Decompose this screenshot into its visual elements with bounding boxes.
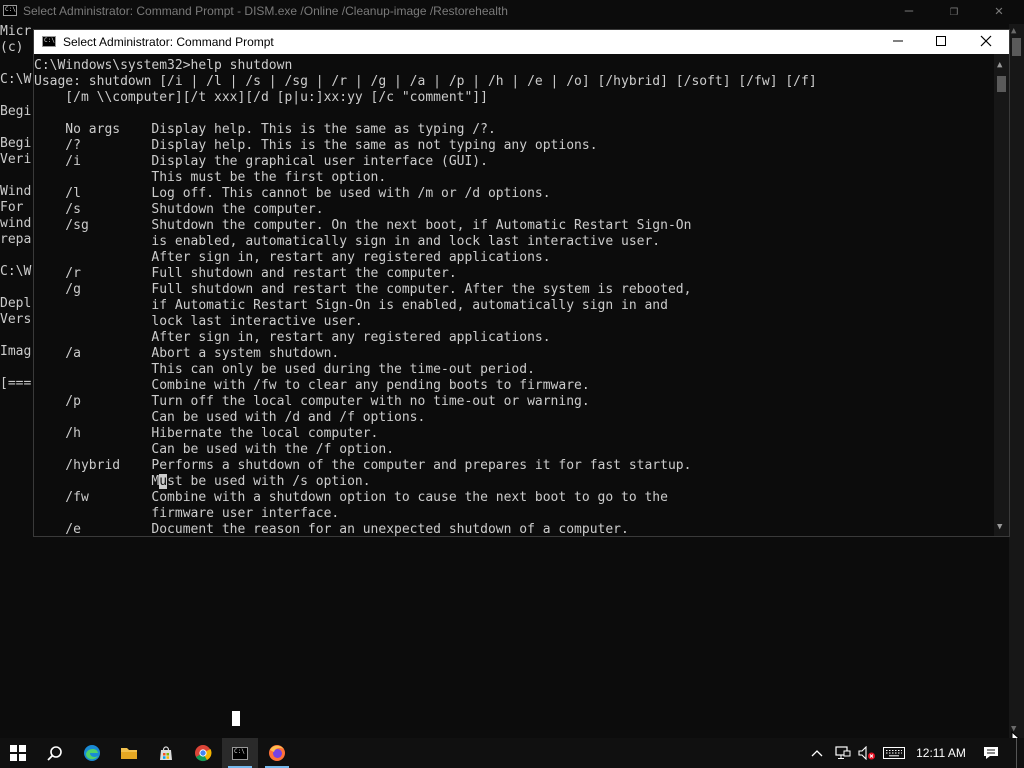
scrollbar-thumb[interactable] bbox=[1012, 38, 1021, 56]
keyboard-icon bbox=[883, 747, 905, 759]
console-line: No args Display help. This is the same a… bbox=[34, 122, 496, 137]
scrollbar-thumb[interactable] bbox=[997, 76, 1006, 92]
minimize-button[interactable]: — bbox=[886, 0, 932, 24]
cmd-icon bbox=[3, 5, 17, 16]
back-window-title: Select Administrator: Command Prompt - D… bbox=[23, 4, 508, 18]
scroll-up-icon[interactable]: ▲ bbox=[1011, 26, 1016, 36]
console-line: /h Hibernate the local computer. bbox=[34, 426, 379, 441]
front-scrollbar[interactable]: ▲ ▼ bbox=[994, 54, 1009, 536]
text-cursor bbox=[232, 711, 240, 726]
firefox-button[interactable] bbox=[259, 738, 295, 768]
console-line: /fw Combine with a shutdown option to ca… bbox=[34, 490, 668, 505]
console-line: /sg Shutdown the computer. On the next b… bbox=[34, 218, 692, 233]
start-button[interactable] bbox=[0, 738, 36, 768]
maximize-icon bbox=[936, 36, 946, 46]
network-button[interactable] bbox=[832, 738, 854, 768]
maximize-button[interactable] bbox=[918, 30, 964, 54]
cmd-icon bbox=[232, 746, 248, 760]
close-button[interactable]: ✕ bbox=[976, 0, 1022, 24]
taskbar: 12:11 AM bbox=[0, 738, 1024, 768]
console-line: /? Display help. This is the same as not… bbox=[34, 138, 598, 153]
console-line: Can be used with /d and /f options. bbox=[34, 410, 426, 425]
back-scrollbar[interactable]: ▲ ▼ bbox=[1009, 24, 1024, 738]
console-line: This can only be used during the time-ou… bbox=[34, 362, 535, 377]
file-explorer-button[interactable] bbox=[111, 738, 147, 768]
console-line: if Automatic Restart Sign-On is enabled,… bbox=[34, 298, 668, 313]
console-line: is enabled, automatically sign in and lo… bbox=[34, 234, 661, 249]
cmd-icon bbox=[42, 36, 56, 47]
console-line: /hybrid Performs a shutdown of the compu… bbox=[34, 458, 692, 473]
front-window-titlebar[interactable]: Select Administrator: Command Prompt bbox=[34, 30, 1009, 54]
console-line: This must be the first option. bbox=[34, 170, 387, 185]
restore-button[interactable]: ❐ bbox=[931, 0, 977, 24]
cmd-button[interactable] bbox=[222, 738, 258, 768]
console-line: /i Display the graphical user interface … bbox=[34, 154, 488, 169]
volume-button[interactable] bbox=[856, 738, 878, 768]
search-icon bbox=[47, 746, 62, 761]
store-button[interactable] bbox=[148, 738, 184, 768]
console-line: Can be used with the /f option. bbox=[34, 442, 395, 457]
search-button[interactable] bbox=[37, 738, 73, 768]
firefox-icon bbox=[269, 745, 285, 761]
restore-icon: ❐ bbox=[949, 3, 959, 19]
console-line: /r Full shutdown and restart the compute… bbox=[34, 266, 457, 281]
back-window-titlebar[interactable]: Select Administrator: Command Prompt - D… bbox=[0, 0, 1024, 24]
console-line: /l Log off. This cannot be used with /m … bbox=[34, 186, 551, 201]
console-line: /a Abort a system shutdown. bbox=[34, 346, 340, 361]
chrome-icon bbox=[195, 745, 212, 762]
chrome-button[interactable] bbox=[185, 738, 221, 768]
network-icon bbox=[835, 746, 851, 759]
front-console-window[interactable]: Select Administrator: Command Prompt C:\… bbox=[33, 29, 1010, 537]
console-line: Usage: shutdown [/i | /l | /s | /sg | /r… bbox=[34, 74, 817, 89]
front-window-title: Select Administrator: Command Prompt bbox=[63, 35, 274, 49]
minimize-icon: — bbox=[904, 3, 914, 19]
volume-muted-icon bbox=[858, 746, 875, 760]
action-center-button[interactable] bbox=[978, 738, 1004, 768]
console-line: lock last interactive user. bbox=[34, 314, 363, 329]
console-line: After sign in, restart any registered ap… bbox=[34, 250, 551, 265]
console-line: Must be used with /s option. bbox=[34, 474, 371, 489]
folder-icon bbox=[121, 748, 137, 759]
console-line: C:\Windows\system32>help shutdown bbox=[34, 58, 293, 73]
edge-icon bbox=[84, 745, 100, 761]
chevron-up-icon bbox=[811, 750, 823, 757]
notification-icon bbox=[984, 747, 998, 759]
console-line: [/m \\computer][/t xxx][/d [p|u:]xx:yy [… bbox=[34, 90, 488, 105]
console-line: Combine with /fw to clear any pending bo… bbox=[34, 378, 590, 393]
minimize-icon bbox=[893, 40, 903, 42]
console-line: /p Turn off the local computer with no t… bbox=[34, 394, 590, 409]
console-line: /e Document the reason for an unexpected… bbox=[34, 522, 629, 536]
console-line: After sign in, restart any registered ap… bbox=[34, 330, 551, 345]
console-line: firmware user interface. bbox=[34, 506, 340, 521]
store-icon bbox=[160, 746, 172, 760]
edge-button[interactable] bbox=[74, 738, 110, 768]
windows-logo-icon bbox=[10, 745, 26, 761]
close-button[interactable] bbox=[963, 30, 1009, 54]
scroll-down-icon[interactable]: ▼ bbox=[997, 522, 1002, 532]
show-hidden-icons-button[interactable] bbox=[808, 738, 826, 768]
close-icon: ✕ bbox=[994, 3, 1004, 19]
console-line: /s Shutdown the computer. bbox=[34, 202, 324, 217]
console-line: /g Full shutdown and restart the compute… bbox=[34, 282, 692, 297]
show-desktop-button[interactable] bbox=[1016, 738, 1024, 768]
touch-keyboard-button[interactable] bbox=[880, 738, 908, 768]
scroll-up-icon[interactable]: ▲ bbox=[997, 60, 1002, 70]
close-icon bbox=[980, 35, 992, 47]
minimize-button[interactable] bbox=[875, 30, 921, 54]
text-caret: u bbox=[159, 474, 168, 489]
clock[interactable]: 12:11 AM bbox=[914, 738, 968, 768]
console-output[interactable]: C:\Windows\system32>help shutdown Usage: … bbox=[34, 58, 996, 536]
